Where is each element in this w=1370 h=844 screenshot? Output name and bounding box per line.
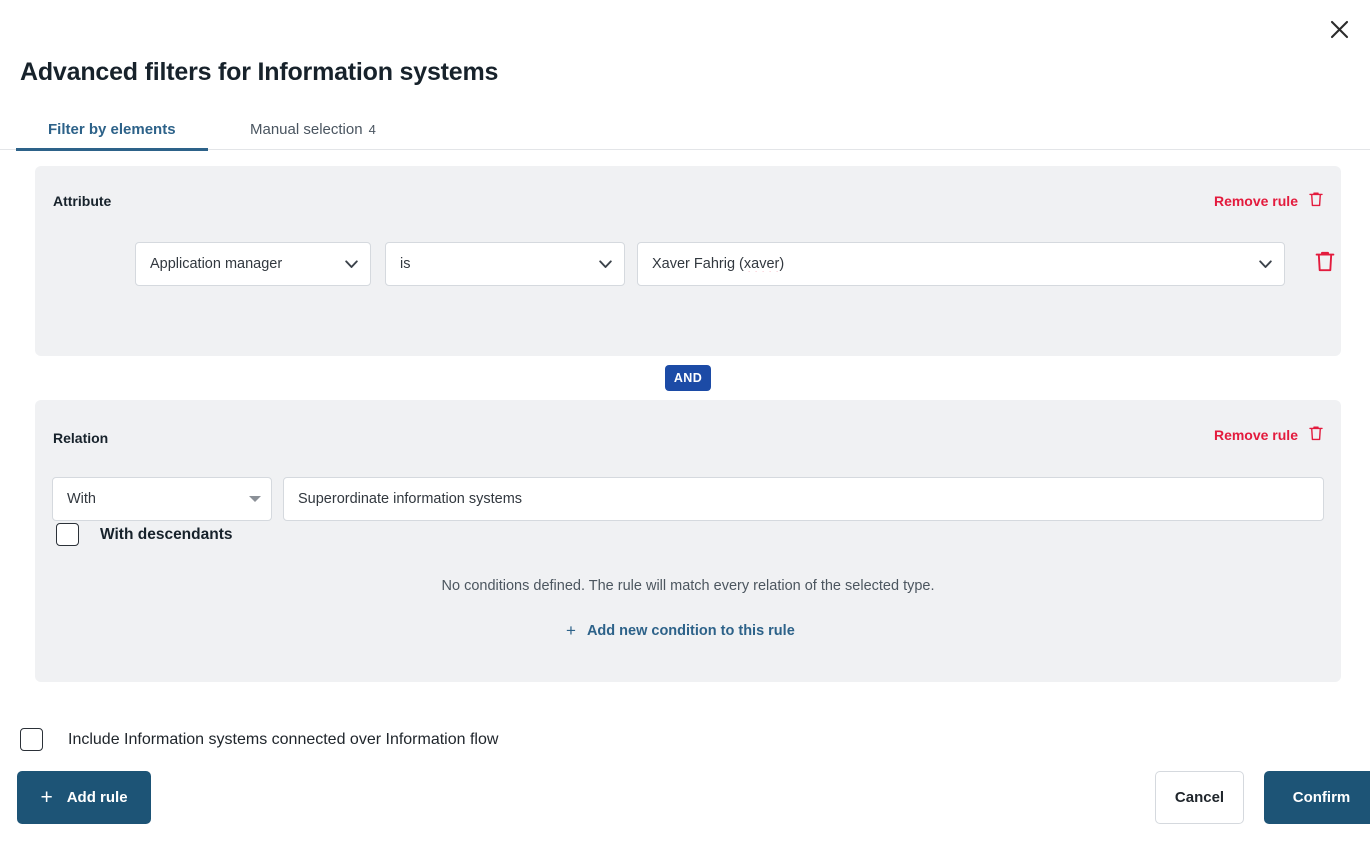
value-select[interactable]: Xaver Fahrig (xaver) xyxy=(637,242,1285,286)
connector-and-badge: AND xyxy=(665,365,711,391)
delete-condition-button[interactable] xyxy=(1303,242,1347,286)
tab-label: Filter by elements xyxy=(48,121,176,138)
attribute-select-value: Application manager xyxy=(150,256,337,272)
add-rule-button[interactable]: + Add rule xyxy=(17,771,151,824)
trash-icon xyxy=(1309,191,1323,210)
attribute-select[interactable]: Application manager xyxy=(135,242,371,286)
confirm-button[interactable]: Confirm xyxy=(1264,771,1370,824)
tab-label: Manual selection xyxy=(250,121,363,138)
caret-down-icon xyxy=(249,496,261,502)
trash-icon xyxy=(1309,425,1323,444)
plus-icon: + xyxy=(566,622,576,639)
include-connected-checkbox-row[interactable]: Include Information systems connected ov… xyxy=(20,728,498,751)
include-connected-label: Include Information systems connected ov… xyxy=(68,731,498,749)
value-suffix: ) xyxy=(779,256,784,272)
operator-select[interactable]: is xyxy=(385,242,625,286)
no-conditions-note: No conditions defined. The rule will mat… xyxy=(35,578,1341,594)
with-descendants-label: With descendants xyxy=(100,526,233,544)
remove-rule-button[interactable]: Remove rule xyxy=(1214,425,1323,444)
close-icon[interactable] xyxy=(1322,12,1356,46)
relation-name-input[interactable]: Superordinate information systems xyxy=(283,477,1324,521)
cancel-button[interactable]: Cancel xyxy=(1155,771,1244,824)
relation-name-value: Superordinate information systems xyxy=(298,491,1311,507)
add-condition-label: Add new condition to this rule xyxy=(587,623,795,639)
rule-card-attribute: Attribute Remove rule Application manage… xyxy=(35,166,1341,356)
add-rule-label: Add rule xyxy=(67,789,128,806)
value-prefix: Xaver Fahrig ( xyxy=(652,256,744,272)
operator-select-value: is xyxy=(400,256,591,272)
chevron-down-icon xyxy=(599,260,612,269)
tab-badge-count: 4 xyxy=(369,122,376,137)
with-descendants-checkbox-row[interactable]: With descendants xyxy=(56,523,233,546)
relation-direction-value: With xyxy=(67,491,241,507)
chevron-down-icon xyxy=(1259,260,1272,269)
tab-manual-selection[interactable]: Manual selection 4 xyxy=(246,108,380,150)
page-title: Advanced filters for Information systems xyxy=(20,58,498,87)
remove-rule-label: Remove rule xyxy=(1214,193,1298,209)
tab-filter-by-elements[interactable]: Filter by elements xyxy=(44,108,180,150)
rule-card-relation: Relation Remove rule With Superordinate … xyxy=(35,400,1341,682)
remove-rule-label: Remove rule xyxy=(1214,427,1298,443)
rule-type-label: Relation xyxy=(53,430,108,446)
rule-type-label: Attribute xyxy=(53,193,111,209)
plus-icon: + xyxy=(40,787,52,808)
trash-icon xyxy=(1315,250,1335,278)
chevron-down-icon xyxy=(345,260,358,269)
value-select-value: Xaver Fahrig (xaver) xyxy=(652,256,1251,272)
include-connected-checkbox[interactable] xyxy=(20,728,43,751)
value-misspelled-word: xaver xyxy=(744,256,779,272)
advanced-filters-dialog: Advanced filters for Information systems… xyxy=(0,0,1370,844)
remove-rule-button[interactable]: Remove rule xyxy=(1214,191,1323,210)
relation-direction-select[interactable]: With xyxy=(52,477,272,521)
with-descendants-checkbox[interactable] xyxy=(56,523,79,546)
add-condition-button[interactable]: + Add new condition to this rule xyxy=(566,622,795,639)
tab-bar: Filter by elements Manual selection 4 xyxy=(0,108,1370,150)
